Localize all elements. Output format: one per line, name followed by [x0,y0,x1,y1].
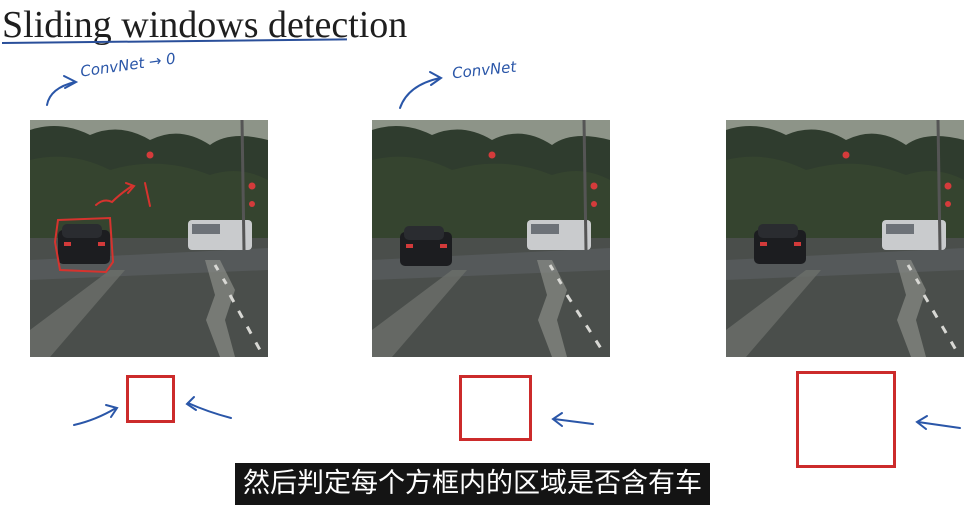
arrow-icon [915,415,961,430]
arrow-icon [73,404,119,426]
arrow-icon [46,75,79,106]
arrow-icon [185,396,232,419]
ink-overlay [46,71,961,430]
arrow-icon [399,71,443,109]
detection-scribble [53,182,151,274]
arrow-icon [551,412,594,427]
video-subtitle: 然后判定每个方框内的区域是否含有车 [235,463,710,505]
